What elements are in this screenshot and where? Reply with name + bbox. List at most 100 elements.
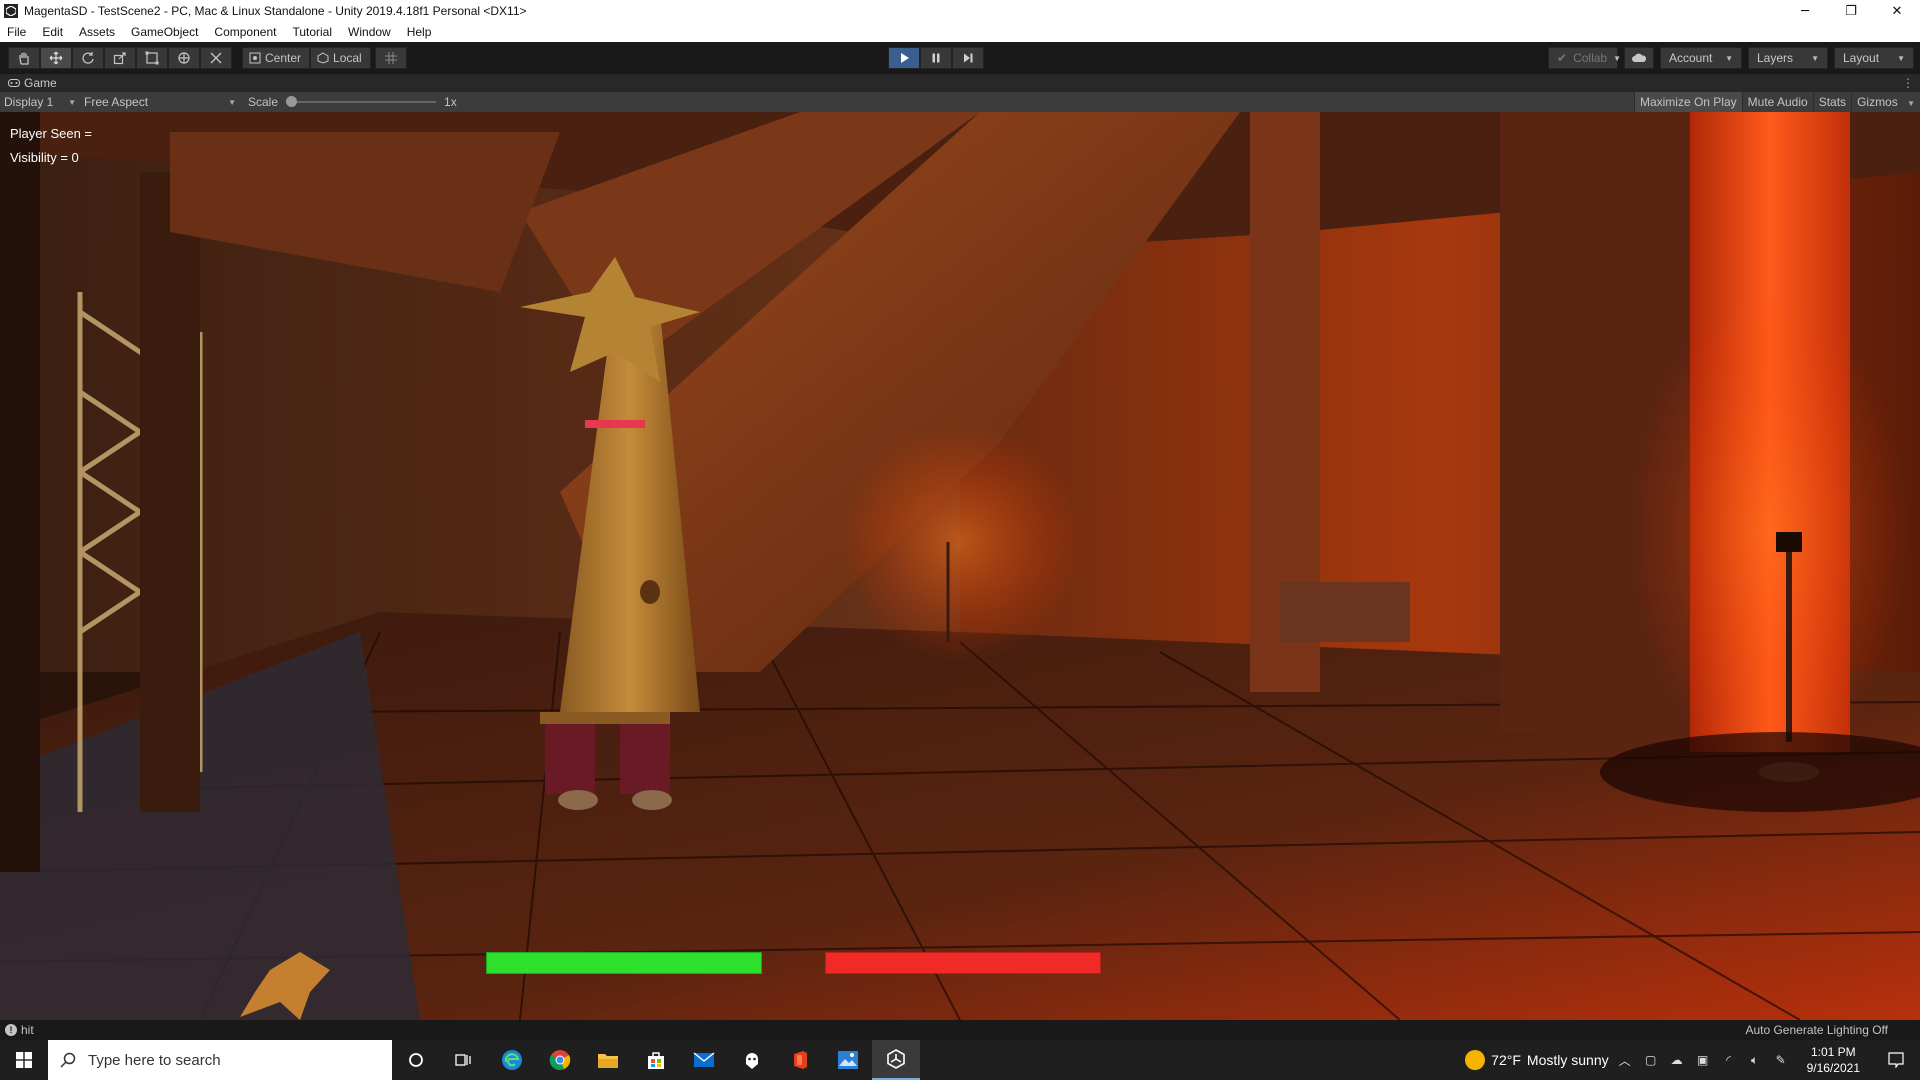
menu-help[interactable]: Help: [399, 22, 440, 42]
taskbar-edge[interactable]: [488, 1040, 536, 1080]
tab-game[interactable]: Game: [0, 74, 57, 92]
enemy-health-bar: [825, 952, 1101, 974]
menu-tutorial[interactable]: Tutorial: [284, 22, 340, 42]
pivot-space-button[interactable]: Local: [310, 47, 371, 69]
pause-button[interactable]: [920, 47, 952, 69]
chevron-down-icon: ▼: [1897, 53, 1905, 63]
taskbar-photos[interactable]: [824, 1040, 872, 1080]
weather-desc: Mostly sunny: [1526, 1052, 1609, 1068]
taskbar-store[interactable]: [632, 1040, 680, 1080]
menu-bar: File Edit Assets GameObject Component Tu…: [0, 22, 1920, 42]
taskbar-file-explorer[interactable]: [584, 1040, 632, 1080]
display-icon[interactable]: ▣: [1693, 1053, 1713, 1067]
pivot-tools: Center Local: [242, 47, 407, 69]
account-label: Account: [1669, 51, 1713, 65]
pivot-label: Center: [265, 51, 302, 65]
mute-audio-toggle[interactable]: Mute Audio: [1741, 92, 1813, 112]
start-button[interactable]: [0, 1040, 48, 1080]
maximize-on-play-toggle[interactable]: Maximize On Play: [1633, 92, 1742, 112]
close-button[interactable]: ✕: [1874, 0, 1920, 22]
ghost-icon: [746, 1053, 758, 1069]
rect-tool-button[interactable]: [136, 47, 168, 69]
chevron-down-icon: ▼: [1811, 53, 1819, 63]
minimize-button[interactable]: ─: [1782, 0, 1828, 22]
gizmos-dropdown[interactable]: Gizmos ▼: [1851, 92, 1920, 112]
rotate-icon: [82, 52, 94, 64]
office-icon: [794, 1051, 807, 1069]
cloud-button[interactable]: [1624, 47, 1654, 69]
menu-gameobject[interactable]: GameObject: [123, 22, 206, 42]
stats-toggle[interactable]: Stats: [1812, 92, 1851, 112]
play-button[interactable]: [888, 47, 920, 69]
account-dropdown[interactable]: Account ▼: [1660, 47, 1742, 69]
scale-slider-handle[interactable]: [286, 96, 298, 107]
menu-assets[interactable]: Assets: [71, 22, 123, 42]
menu-component[interactable]: Component: [206, 22, 284, 42]
store-icon: [648, 1052, 664, 1069]
volume-icon[interactable]: 🔈︎: [1745, 1053, 1765, 1068]
scale-icon: [113, 52, 126, 65]
scale-tool-button[interactable]: [104, 47, 136, 69]
menu-window[interactable]: Window: [340, 22, 399, 42]
step-button[interactable]: [952, 47, 984, 69]
taskbar-office[interactable]: [776, 1040, 824, 1080]
pen-icon[interactable]: ✎: [1771, 1053, 1791, 1067]
meet-now-icon[interactable]: ▢: [1641, 1053, 1661, 1067]
menu-file[interactable]: File: [0, 22, 34, 42]
grid-icon: [384, 52, 397, 64]
grid-snap-button[interactable]: [374, 47, 407, 69]
edge-icon: [502, 1050, 522, 1070]
taskbar-search[interactable]: Type here to search: [48, 1040, 392, 1080]
chevron-down-icon: ▼: [1907, 99, 1915, 108]
taskbar-clock[interactable]: 1:01 PM 9/16/2021: [1807, 1044, 1860, 1076]
tools-icon: [210, 52, 222, 64]
layout-label: Layout: [1843, 51, 1880, 65]
rotate-tool-button[interactable]: [72, 47, 104, 69]
play-icon: [901, 53, 909, 63]
custom-tool-button[interactable]: [200, 47, 232, 69]
collab-check-icon: ✔: [1557, 51, 1568, 65]
game-viewport[interactable]: Player Seen = Visibility = 0: [0, 112, 1920, 1020]
layout-dropdown[interactable]: Layout ▼: [1834, 47, 1914, 69]
lighting-status: Auto Generate Lighting Off: [1745, 1023, 1888, 1037]
transform-tools: [8, 47, 232, 69]
scale-control: Scale 1x: [248, 95, 457, 109]
taskbar-unity[interactable]: [872, 1040, 920, 1080]
onedrive-icon[interactable]: ☁: [1667, 1053, 1687, 1067]
transform-tool-button[interactable]: [168, 47, 200, 69]
pivot-icon: [249, 52, 261, 64]
task-view-button[interactable]: [440, 1040, 488, 1080]
game-scene-render: [0, 112, 1920, 1020]
console-message[interactable]: hit: [21, 1023, 34, 1037]
chevron-down-icon: ▼: [228, 97, 236, 107]
tray-chevron-up-icon[interactable]: ︿: [1615, 1052, 1635, 1069]
move-tool-button[interactable]: [40, 47, 72, 69]
scale-slider[interactable]: [286, 96, 437, 107]
chrome-icon: [549, 1050, 571, 1070]
collab-dropdown[interactable]: ✔ Collab ▼: [1548, 47, 1621, 69]
restore-button[interactable]: ❐: [1828, 0, 1874, 22]
menu-edit[interactable]: Edit: [34, 22, 71, 42]
weather-widget[interactable]: 72°F Mostly sunny: [1465, 1050, 1609, 1070]
gizmos-label: Gizmos: [1857, 95, 1898, 109]
space-label: Local: [333, 51, 362, 65]
player-health-bar: [486, 952, 762, 974]
unity-icon: [887, 1049, 905, 1069]
notification-center-button[interactable]: [1876, 1052, 1916, 1068]
rect-icon: [145, 51, 159, 65]
layers-dropdown[interactable]: Layers ▼: [1748, 47, 1828, 69]
pivot-center-button[interactable]: Center: [242, 47, 311, 69]
taskbar-mail[interactable]: [680, 1040, 728, 1080]
hand-tool-button[interactable]: [8, 47, 40, 69]
tab-menu-icon[interactable]: ⋮: [1902, 76, 1914, 90]
aspect-dropdown[interactable]: Free Aspect ▼: [80, 92, 240, 112]
wifi-icon[interactable]: ◜: [1719, 1053, 1739, 1067]
taskbar-chrome[interactable]: [536, 1040, 584, 1080]
sun-icon: [1465, 1050, 1486, 1070]
tab-game-label: Game: [24, 76, 57, 90]
chevron-down-icon: ▼: [1725, 53, 1733, 63]
display-dropdown[interactable]: Display 1 ▼: [0, 92, 80, 112]
taskbar-ghost-app[interactable]: [728, 1040, 776, 1080]
player-seen-label: Player Seen =: [10, 126, 93, 141]
cortana-button[interactable]: [392, 1040, 440, 1080]
